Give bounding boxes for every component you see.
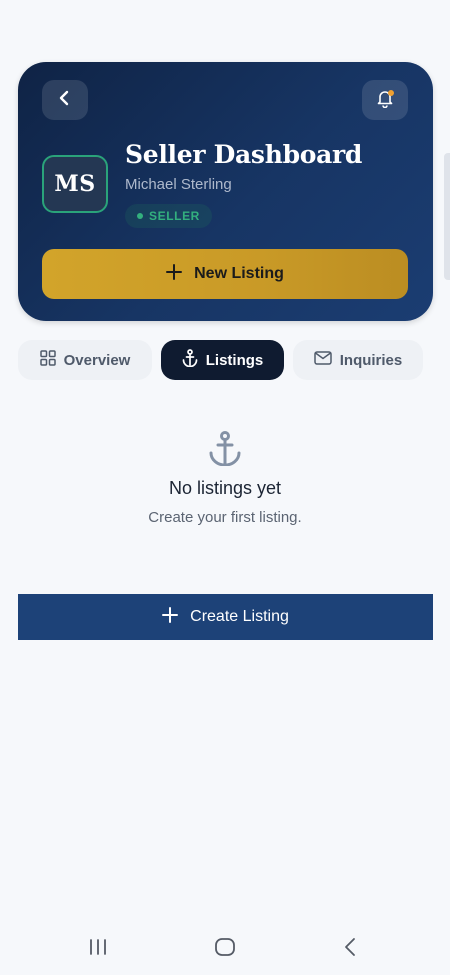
recent-apps-button[interactable] (88, 937, 108, 962)
tab-inquiries[interactable]: Inquiries (293, 340, 423, 380)
role-badge-label: SELLER (149, 209, 200, 223)
notifications-button[interactable] (362, 80, 408, 120)
empty-anchor-icon (0, 430, 450, 466)
page-title: Seller Dashboard (125, 140, 363, 169)
tab-inquiries-label: Inquiries (339, 351, 403, 369)
new-listing-button[interactable]: New Listing (42, 249, 408, 299)
home-icon (214, 937, 236, 962)
plus-icon (162, 606, 179, 628)
header-card: MS Seller Dashboard Michael Sterling SEL… (18, 62, 433, 321)
tab-listings-label: Listings (205, 351, 264, 369)
chevron-left-icon (342, 937, 358, 962)
avatar: MS (42, 155, 108, 213)
screen: MS Seller Dashboard Michael Sterling SEL… (0, 0, 450, 975)
empty-subtitle: Create your first listing. (148, 509, 302, 526)
plus-icon (166, 263, 183, 285)
tab-listings[interactable]: Listings (161, 340, 284, 380)
create-listing-button[interactable]: Create Listing (18, 594, 433, 640)
anchor-icon (182, 349, 198, 371)
back-button[interactable] (42, 80, 88, 120)
empty-title: No listings yet (168, 478, 282, 498)
recent-apps-icon (88, 937, 108, 962)
create-listing-label: Create Listing (190, 608, 289, 625)
system-back-button[interactable] (342, 937, 358, 962)
tab-overview-label: Overview (63, 351, 131, 369)
mail-icon (313, 351, 332, 369)
tab-overview[interactable]: Overview (18, 340, 152, 380)
status-dot (137, 213, 143, 219)
notification-dot (388, 90, 394, 96)
scroll-indicator (444, 153, 450, 280)
grid-icon (39, 350, 56, 370)
user-name: Michael Sterling (125, 176, 232, 193)
home-button[interactable] (214, 937, 236, 962)
new-listing-label: New Listing (194, 265, 284, 282)
tab-bar: Overview Listings Inquiries (18, 340, 433, 380)
chevron-left-icon (58, 90, 72, 111)
system-nav-bar (0, 923, 450, 975)
role-badge: SELLER (125, 204, 212, 228)
empty-state: No listings yet Create your first listin… (0, 430, 450, 526)
